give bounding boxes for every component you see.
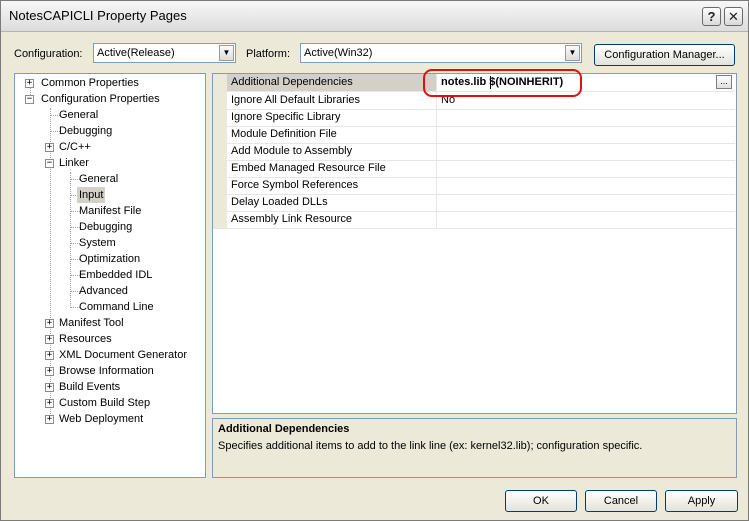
property-value[interactable]	[438, 194, 441, 211]
tree-label: Input	[77, 187, 106, 203]
tree-label: Manifest File	[79, 205, 142, 217]
description-panel: Additional Dependencies Specifies additi…	[212, 418, 737, 478]
property-pages-dialog: NotesCAPICLI Property Pages ? ✕ Configur…	[0, 0, 749, 521]
property-tree[interactable]: + Common Properties − Configuration Prop…	[14, 73, 206, 478]
grid-row-assembly-link-resource[interactable]: Assembly Link Resource	[213, 211, 735, 229]
tree-label: Command Line	[79, 301, 154, 313]
tree-label: Linker	[59, 157, 89, 169]
tree-label: General	[79, 173, 119, 185]
grid-row-ignore-specific-library[interactable]: Ignore Specific Library	[213, 109, 735, 127]
property-value[interactable]	[438, 126, 441, 143]
text-caret	[490, 76, 491, 89]
tree-label: Custom Build Step	[59, 397, 151, 409]
expand-icon[interactable]: +	[45, 399, 54, 408]
tree-label: Resources	[59, 333, 112, 345]
platform-label: Platform:	[246, 48, 291, 60]
grid-row-module-definition-file[interactable]: Module Definition File	[213, 126, 735, 144]
tree-label: Debugging	[79, 221, 133, 233]
expand-icon[interactable]: +	[45, 351, 54, 360]
help-icon: ?	[707, 9, 716, 24]
apply-button[interactable]: Apply	[665, 490, 738, 512]
grid-row-add-module-to-assembly[interactable]: Add Module to Assembly	[213, 143, 735, 161]
tree-label: Common Properties	[41, 77, 139, 89]
tree-label: Web Deployment	[59, 413, 144, 425]
window-title: NotesCAPICLI Property Pages	[9, 8, 187, 23]
configuration-dropdown[interactable]: Active(Release) ▼	[93, 43, 236, 63]
ok-button[interactable]: OK	[505, 490, 577, 512]
property-name: Force Symbol References	[227, 177, 437, 194]
property-name: Embed Managed Resource File	[227, 160, 437, 177]
property-value[interactable]: No	[438, 92, 455, 109]
property-name: Additional Dependencies	[227, 74, 437, 91]
property-name: Assembly Link Resource	[227, 211, 437, 228]
tree-label: XML Document Generator	[59, 349, 187, 361]
help-button[interactable]: ?	[702, 7, 721, 26]
property-name: Ignore All Default Libraries	[227, 92, 437, 109]
property-grid[interactable]: Additional Dependencies notes.lib $(NOIN…	[212, 73, 737, 414]
grid-row-ignore-all-default-libraries[interactable]: Ignore All Default Libraries No	[213, 92, 735, 110]
property-value[interactable]	[438, 160, 441, 177]
property-value: notes.lib $(NOINHERIT)	[441, 76, 564, 88]
property-name: Module Definition File	[227, 126, 437, 143]
tree-label: Advanced	[79, 285, 128, 297]
platform-dropdown[interactable]: Active(Win32) ▼	[300, 43, 582, 63]
tree-label: Configuration Properties	[41, 93, 160, 105]
property-name: Add Module to Assembly	[227, 143, 437, 160]
additional-dependencies-field[interactable]: notes.lib $(NOINHERIT) ...	[438, 74, 734, 91]
property-value[interactable]	[438, 143, 441, 160]
tree-label: Build Events	[59, 381, 121, 393]
close-button[interactable]: ✕	[724, 7, 743, 26]
expand-icon[interactable]: +	[45, 367, 54, 376]
grid-row-delay-loaded-dlls[interactable]: Delay Loaded DLLs	[213, 194, 735, 212]
property-value[interactable]	[438, 109, 441, 126]
title-bar[interactable]: NotesCAPICLI Property Pages ? ✕	[1, 1, 748, 32]
property-value[interactable]	[438, 211, 441, 228]
tree-label: System	[79, 237, 116, 249]
configuration-value: Active(Release)	[97, 47, 175, 59]
description-title: Additional Dependencies	[218, 423, 350, 435]
tree-label: Debugging	[59, 125, 113, 137]
property-value[interactable]	[438, 177, 441, 194]
expand-icon[interactable]: +	[45, 335, 54, 344]
tree-label: Browse Information	[59, 365, 154, 377]
expand-icon[interactable]: +	[45, 143, 54, 152]
close-icon: ✕	[728, 9, 739, 24]
collapse-icon[interactable]: −	[25, 95, 34, 104]
tree-label: Optimization	[79, 253, 141, 265]
expand-icon[interactable]: +	[45, 415, 54, 424]
tree-label: Embedded IDL	[79, 269, 153, 281]
expand-icon[interactable]: +	[25, 79, 34, 88]
collapse-icon[interactable]: −	[45, 159, 54, 168]
property-name: Ignore Specific Library	[227, 109, 437, 126]
browse-button[interactable]: ...	[716, 75, 732, 89]
expand-icon[interactable]: +	[45, 383, 54, 392]
tree-label: Manifest Tool	[59, 317, 124, 329]
grid-row-additional-dependencies[interactable]: Additional Dependencies notes.lib $(NOIN…	[213, 74, 735, 92]
grid-row-force-symbol-references[interactable]: Force Symbol References	[213, 177, 735, 195]
property-name: Delay Loaded DLLs	[227, 194, 437, 211]
platform-value: Active(Win32)	[304, 47, 373, 59]
tree-label: General	[59, 109, 99, 121]
configuration-label: Configuration:	[14, 48, 83, 60]
configuration-manager-button[interactable]: Configuration Manager...	[594, 44, 735, 66]
tree-label: C/C++	[59, 141, 91, 153]
grid-row-embed-managed-resource-file[interactable]: Embed Managed Resource File	[213, 160, 735, 178]
expand-icon[interactable]: +	[45, 319, 54, 328]
chevron-down-icon[interactable]: ▼	[565, 45, 580, 61]
description-text: Specifies additional items to add to the…	[218, 440, 643, 452]
chevron-down-icon[interactable]: ▼	[219, 45, 234, 61]
cancel-button[interactable]: Cancel	[585, 490, 657, 512]
